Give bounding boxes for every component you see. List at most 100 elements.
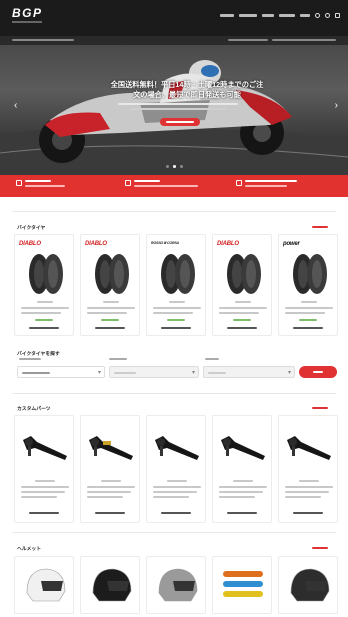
product-name-text [285, 486, 333, 488]
helmet-product-card[interactable] [80, 556, 140, 614]
info-title [134, 180, 160, 182]
hero-headline: 全国送料無料！平日14時・土曜12時までのご注 文の場合、最短で即日発送も可能 [82, 80, 292, 100]
product-name-text [219, 496, 255, 498]
tire-search-button[interactable] [299, 366, 337, 378]
section-divider [12, 211, 336, 212]
product-price [95, 327, 125, 329]
product-brand-text [103, 301, 119, 303]
product-brand-text [169, 301, 185, 303]
product-price [227, 327, 257, 329]
field-label [19, 358, 41, 360]
nav-item[interactable] [300, 14, 310, 17]
tire-product-card[interactable]: DIABLO [14, 234, 74, 336]
section-title-tires: バイクタイヤ [17, 226, 46, 231]
product-price [95, 512, 125, 514]
stock-status [299, 319, 317, 321]
product-name-text [153, 496, 189, 498]
nav-item[interactable] [279, 14, 295, 17]
info-text [245, 185, 287, 187]
site-header: BGP [0, 0, 348, 36]
info-band [0, 175, 348, 197]
info-title [245, 180, 297, 182]
stock-status [233, 319, 251, 321]
product-price [29, 327, 59, 329]
tire-product-card[interactable]: ROSSO III CORSA [146, 234, 206, 336]
see-all-parts-link[interactable] [312, 407, 328, 409]
product-name-text [21, 496, 57, 498]
next-arrow-icon[interactable]: › [335, 100, 338, 111]
hero-cta-button[interactable] [160, 118, 200, 126]
sub-header [0, 36, 348, 45]
hero-banner[interactable]: 全国送料無料！平日14時・土曜12時までのご注 文の場合、最短で即日発送も可能 … [0, 45, 348, 175]
product-price [161, 327, 191, 329]
field-label [205, 358, 219, 360]
see-all-tires-link[interactable] [312, 226, 328, 228]
site-logo[interactable]: BGP [12, 6, 43, 20]
parts-product-card[interactable] [80, 415, 140, 523]
nav-item[interactable] [239, 14, 257, 17]
goggles-image [223, 571, 263, 597]
select-value [114, 372, 136, 374]
hero-subtext [130, 108, 226, 110]
info-title [25, 180, 51, 182]
tire-search-form: ▾ ▾ ▾ [17, 358, 337, 380]
carousel-dots [166, 165, 183, 168]
phone-icon [236, 180, 242, 186]
size-select[interactable]: ▾ [203, 366, 295, 378]
tire-image [95, 254, 129, 294]
carousel-dot[interactable] [166, 165, 169, 168]
truck-icon [16, 180, 22, 186]
product-brand-text [235, 301, 251, 303]
maker-select[interactable]: ▾ [17, 366, 105, 378]
product-name-text [219, 486, 267, 488]
helmet-product-card[interactable] [146, 556, 206, 614]
product-brand-text [301, 301, 317, 303]
tire-product-card[interactable]: power [278, 234, 338, 336]
see-all-helmets-link[interactable] [312, 547, 328, 549]
stock-status [101, 319, 119, 321]
carousel-dot-active[interactable] [173, 165, 176, 168]
helmet-product-card[interactable] [278, 556, 338, 614]
product-brand-text [101, 480, 121, 482]
hero-subtext [118, 103, 238, 105]
product-name-text [153, 491, 197, 493]
sub-header-link[interactable] [272, 39, 336, 41]
product-brand-text [37, 301, 53, 303]
helmet-image [26, 568, 66, 602]
page: BGP 全国送料無料！平日14時・土曜12時までのご注 文の場合、最短で即日発送… [0, 0, 348, 617]
cart-icon[interactable] [335, 13, 340, 18]
tire-product-card[interactable]: DIABLO [80, 234, 140, 336]
logo-text: BGP [12, 6, 43, 20]
helmet-product-card[interactable] [212, 556, 272, 614]
product-brand-text [299, 480, 319, 482]
sub-header-link[interactable] [228, 39, 268, 41]
product-name-text [87, 486, 135, 488]
section-divider [12, 393, 336, 394]
parts-product-card[interactable] [14, 415, 74, 523]
nav-item[interactable] [220, 14, 234, 17]
product-name-text [21, 491, 65, 493]
select-value [208, 372, 226, 374]
parts-product-card[interactable] [212, 415, 272, 523]
helmet-product-card[interactable] [14, 556, 74, 614]
product-name-text [21, 486, 69, 488]
tire-product-card[interactable]: DIABLO [212, 234, 272, 336]
carousel-dot[interactable] [180, 165, 183, 168]
prev-arrow-icon[interactable]: ‹ [14, 100, 17, 111]
tire-image [161, 254, 195, 294]
tire-brand-logo: DIABLO [19, 241, 41, 247]
nav-item[interactable] [262, 14, 274, 17]
product-name-text [153, 307, 201, 309]
product-price [293, 512, 323, 514]
account-icon[interactable] [325, 13, 330, 18]
parts-product-card[interactable] [278, 415, 338, 523]
product-name-text [153, 312, 193, 314]
parts-product-card[interactable] [146, 415, 206, 523]
helmet-image [290, 568, 330, 602]
product-price [29, 512, 59, 514]
model-select[interactable]: ▾ [109, 366, 199, 378]
stock-status [167, 319, 185, 321]
search-icon[interactable] [315, 13, 320, 18]
lever-image [287, 436, 331, 460]
tire-image [29, 254, 63, 294]
